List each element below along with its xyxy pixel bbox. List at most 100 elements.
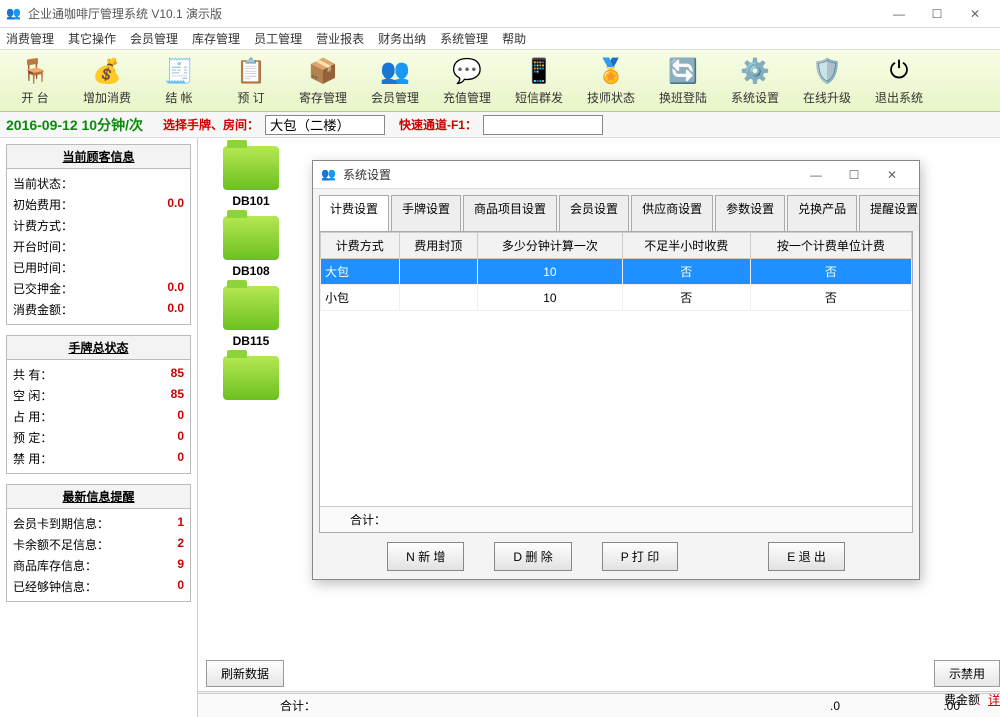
menu-item[interactable]: 帮助 <box>502 30 526 47</box>
panel-header: 手牌总状态 <box>7 336 190 360</box>
refresh-button[interactable]: 刷新数据 <box>206 660 284 687</box>
grid-row[interactable]: 大包10否否 <box>321 259 912 285</box>
dialog-action-button[interactable]: D 删 除 <box>494 542 571 571</box>
menu-item[interactable]: 消费管理 <box>6 30 54 47</box>
toolbar-button[interactable]: 🏅技师状态 <box>582 55 640 106</box>
toolbar-button[interactable]: ⏻退出系统 <box>870 55 928 106</box>
dialog-tab[interactable]: 商品项目设置 <box>463 195 557 231</box>
dialog-tab[interactable]: 兑换产品 <box>787 195 857 231</box>
在线升级-icon: 🛡️ <box>811 55 843 87</box>
customer-info-panel: 当前顾客信息 当前状态：初始费用：0.0计费方式：开台时间：已用时间：已交押金：… <box>6 144 191 325</box>
room-item[interactable] <box>206 356 296 400</box>
maximize-button[interactable]: ☐ <box>918 1 956 27</box>
开 台-icon: 🪑 <box>19 55 51 87</box>
reminder-panel: 最新信息提醒 会员卡到期信息：1卡余额不足信息：2商品库存信息：9已经够钟信息：… <box>6 484 191 602</box>
sum-label: 合计： <box>198 697 398 714</box>
dialog-action-button[interactable]: E 退 出 <box>768 542 845 571</box>
dialog-tab[interactable]: 供应商设置 <box>631 195 713 231</box>
info-row: 已交押金：0.0 <box>13 278 184 299</box>
info-row: 空 闲：85 <box>13 385 184 406</box>
amount-label: 费金额 <box>944 691 980 708</box>
退出系统-icon: ⏻ <box>883 55 915 87</box>
info-row: 卡余额不足信息：2 <box>13 534 184 555</box>
folder-icon <box>223 356 279 400</box>
结 帐-icon: 🧾 <box>163 55 195 87</box>
quick-channel-label: 快速通道-F1： <box>399 116 477 133</box>
预 订-icon: 📋 <box>235 55 267 87</box>
dialog-tab[interactable]: 手牌设置 <box>391 195 461 231</box>
toolbar-button[interactable]: 🔄换班登陆 <box>654 55 712 106</box>
info-row: 计费方式： <box>13 215 184 236</box>
dialog-minimize-button[interactable]: — <box>797 162 835 188</box>
toolbar-button[interactable]: 👥会员管理 <box>366 55 424 106</box>
grid-row[interactable]: 小包10否否 <box>321 285 912 311</box>
main-titlebar: 👥 企业通咖啡厅管理系统 V10.1 演示版 — ☐ ✕ <box>0 0 1000 28</box>
info-row: 初始费用：0.0 <box>13 194 184 215</box>
menu-item[interactable]: 员工管理 <box>254 30 302 47</box>
toolbar-button[interactable]: 🧾结 帐 <box>150 55 208 106</box>
系统设置-icon: ⚙️ <box>739 55 771 87</box>
toolbar-button[interactable]: 📱短信群发 <box>510 55 568 106</box>
room-item[interactable]: DB101 <box>206 146 296 208</box>
billing-grid: 计费方式费用封顶多少分钟计算一次不足半小时收费按一个计费单位计费 大包10否否小… <box>319 231 913 533</box>
info-row: 禁 用：0 <box>13 448 184 469</box>
toolbar-button[interactable]: 📦寄存管理 <box>294 55 352 106</box>
menu-item[interactable]: 财务出纳 <box>378 30 426 47</box>
toolbar-button[interactable]: 💰增加消费 <box>78 55 136 106</box>
grid-header[interactable]: 费用封顶 <box>399 233 478 259</box>
room-item[interactable]: DB115 <box>206 286 296 348</box>
toolbar-button[interactable]: 📋预 订 <box>222 55 280 106</box>
dialog-tab[interactable]: 计费设置 <box>319 195 389 231</box>
panel-header: 最新信息提醒 <box>7 485 190 509</box>
minimize-button[interactable]: — <box>880 1 918 27</box>
window-title: 企业通咖啡厅管理系统 V10.1 演示版 <box>28 5 880 22</box>
folder-icon <box>223 216 279 260</box>
增加消费-icon: 💰 <box>91 55 123 87</box>
menu-item[interactable]: 系统管理 <box>440 30 488 47</box>
info-row: 占 用：0 <box>13 406 184 427</box>
寄存管理-icon: 📦 <box>307 55 339 87</box>
sum-row: 合计： .0 .00 <box>198 693 1000 717</box>
menubar: 消费管理其它操作会员管理库存管理员工管理营业报表财务出纳系统管理帮助 <box>0 28 1000 50</box>
grid-header[interactable]: 不足半小时收费 <box>622 233 750 259</box>
info-row: 消费金额：0.0 <box>13 299 184 320</box>
grid-header[interactable]: 计费方式 <box>321 233 400 259</box>
dialog-title: 系统设置 <box>343 166 797 183</box>
dialog-titlebar: 👥 系统设置 — ☐ ✕ <box>313 161 919 189</box>
detail-link[interactable]: 详 <box>988 691 1000 708</box>
技师状态-icon: 🏅 <box>595 55 627 87</box>
menu-item[interactable]: 库存管理 <box>192 30 240 47</box>
menu-item[interactable]: 会员管理 <box>130 30 178 47</box>
menu-item[interactable]: 营业报表 <box>316 30 364 47</box>
toolbar: 🪑开 台 💰增加消费 🧾结 帐 📋预 订 📦寄存管理 👥会员管理 💬充值管理 📱短信群发 🏅技师… <box>0 50 1000 112</box>
toolbar-button[interactable]: 💬充值管理 <box>438 55 496 106</box>
room-item[interactable]: DB108 <box>206 216 296 278</box>
info-row: 预 定：0 <box>13 427 184 448</box>
info-row: 已用时间： <box>13 257 184 278</box>
grid-header[interactable]: 按一个计费单位计费 <box>750 233 911 259</box>
dialog-tab[interactable]: 提醒设置 <box>859 195 919 231</box>
dialog-tabs: 计费设置手牌设置商品项目设置会员设置供应商设置参数设置兑换产品提醒设置◀ ▶ <box>313 189 919 231</box>
tag-status-panel: 手牌总状态 共 有：85空 闲：85占 用：0预 定：0禁 用：0 <box>6 335 191 474</box>
dialog-icon: 👥 <box>321 167 337 183</box>
room-selector-input[interactable] <box>265 115 385 135</box>
dialog-action-button[interactable]: P 打 印 <box>602 542 678 571</box>
grid-footer: 合计： <box>320 506 912 532</box>
grid-header[interactable]: 多少分钟计算一次 <box>478 233 623 259</box>
toolbar-button[interactable]: 🪑开 台 <box>6 55 64 106</box>
dialog-tab[interactable]: 参数设置 <box>715 195 785 231</box>
dialog-close-button[interactable]: ✕ <box>873 162 911 188</box>
app-icon: 👥 <box>6 6 22 22</box>
toolbar-button[interactable]: 🛡️在线升级 <box>798 55 856 106</box>
menu-item[interactable]: 其它操作 <box>68 30 116 47</box>
dialog-maximize-button[interactable]: ☐ <box>835 162 873 188</box>
forbid-button[interactable]: 示禁用 <box>934 660 1000 687</box>
system-settings-dialog: 👥 系统设置 — ☐ ✕ 计费设置手牌设置商品项目设置会员设置供应商设置参数设置… <box>312 160 920 580</box>
dialog-buttons: N 新 增D 删 除P 打 印E 退 出 <box>313 533 919 579</box>
dialog-tab[interactable]: 会员设置 <box>559 195 629 231</box>
dialog-action-button[interactable]: N 新 增 <box>387 542 464 571</box>
quick-channel-input[interactable] <box>483 115 603 135</box>
toolbar-button[interactable]: ⚙️系统设置 <box>726 55 784 106</box>
info-row: 当前状态： <box>13 173 184 194</box>
close-button[interactable]: ✕ <box>956 1 994 27</box>
